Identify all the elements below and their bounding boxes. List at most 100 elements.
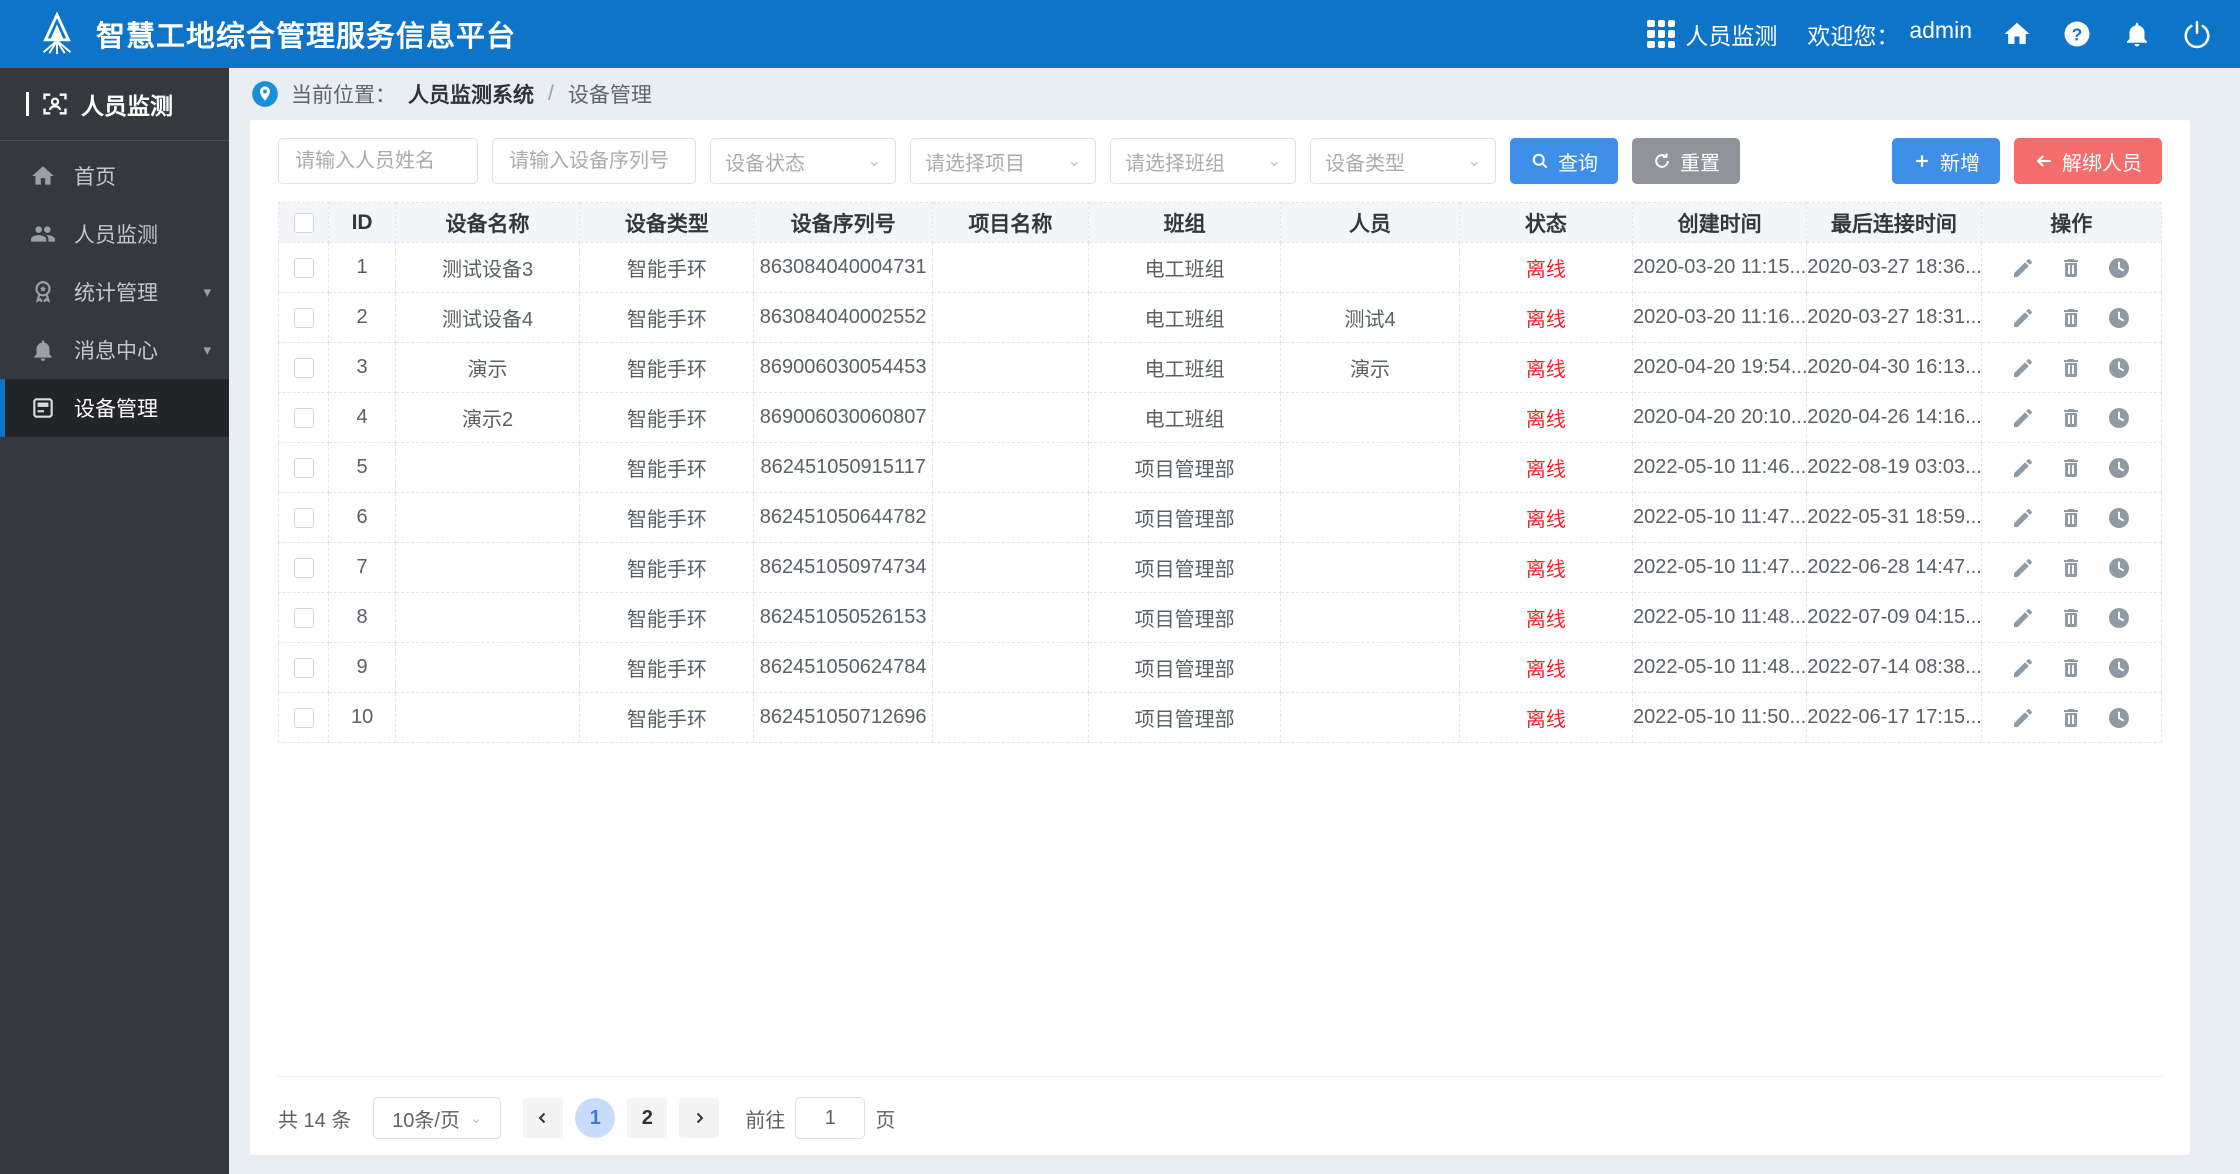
cell-last-connect-time: 2022-07-14 08:38... [1806, 642, 1982, 693]
edit-icon[interactable] [2011, 706, 2035, 730]
home-icon[interactable] [2002, 19, 2032, 49]
table-row: 6 智能手环 862451050644782 项目管理部 离线 2022-05-… [277, 492, 2163, 543]
history-clock-icon[interactable] [2107, 356, 2131, 380]
delete-icon[interactable] [2059, 256, 2083, 280]
cell-team: 项目管理部 [1087, 692, 1282, 743]
col-team: 班组 [1087, 202, 1282, 243]
breadcrumb-root[interactable]: 人员监测系统 [408, 79, 534, 109]
edit-icon[interactable] [2011, 356, 2035, 380]
edit-icon[interactable] [2011, 656, 2035, 680]
add-device-button[interactable]: 新增 [1892, 138, 2000, 184]
chevron-down-icon: ⌄ [867, 153, 881, 170]
device-type-select[interactable]: 设备类型 ⌄ [1310, 138, 1496, 184]
row-checkbox[interactable] [293, 607, 314, 628]
logout-power-icon[interactable] [2182, 19, 2212, 49]
next-page-button[interactable] [679, 1098, 720, 1138]
cell-device-name [394, 692, 581, 743]
cell-team: 项目管理部 [1087, 542, 1282, 593]
device-serial-input[interactable] [492, 138, 696, 184]
cell-device-name: 演示 [394, 342, 581, 393]
edit-icon[interactable] [2011, 406, 2035, 430]
person-name-input[interactable] [278, 138, 478, 184]
row-checkbox[interactable] [293, 307, 314, 328]
reset-button[interactable]: 重置 [1632, 138, 1740, 184]
notification-bell-icon[interactable] [2122, 19, 2152, 49]
delete-icon[interactable] [2059, 556, 2083, 580]
cell-person: 演示 [1280, 342, 1460, 393]
history-clock-icon[interactable] [2107, 656, 2131, 680]
table-row: 3 演示 智能手环 869006030054453 电工班组 演示 离线 202… [277, 342, 2163, 393]
edit-icon[interactable] [2011, 556, 2035, 580]
search-button[interactable]: 查询 [1510, 138, 1618, 184]
cell-device-name [394, 492, 581, 543]
row-checkbox[interactable] [293, 657, 314, 678]
goto-page-input[interactable] [795, 1097, 866, 1139]
row-checkbox[interactable] [293, 557, 314, 578]
history-clock-icon[interactable] [2107, 506, 2131, 530]
page-button-1[interactable]: 1 [575, 1098, 616, 1138]
delete-icon[interactable] [2059, 306, 2083, 330]
sidebar-header-mark [26, 92, 29, 116]
delete-icon[interactable] [2059, 606, 2083, 630]
device-icon [33, 398, 53, 418]
row-checkbox[interactable] [293, 357, 314, 378]
sidebar-item-home[interactable]: 首页 [0, 147, 229, 205]
history-clock-icon[interactable] [2107, 706, 2131, 730]
table-row: 9 智能手环 862451050624784 项目管理部 离线 2022-05-… [277, 642, 2163, 693]
cell-device-name [394, 442, 581, 493]
page-title: 智慧工地综合管理服务信息平台 [96, 21, 517, 53]
row-checkbox[interactable] [293, 257, 314, 278]
help-icon[interactable]: ? [2062, 19, 2092, 49]
chevron-down-icon: ⌄ [1067, 153, 1081, 170]
edit-icon[interactable] [2011, 456, 2035, 480]
row-checkbox[interactable] [293, 707, 314, 728]
cell-created-time: 2020-04-20 20:10... [1631, 392, 1808, 443]
cell-serial: 869006030060807 [753, 392, 933, 443]
delete-icon[interactable] [2059, 456, 2083, 480]
col-device-type: 设备类型 [579, 202, 755, 243]
history-clock-icon[interactable] [2107, 456, 2131, 480]
filter-bar: 设备状态 ⌄ 请选择项目 ⌄ 请选择班组 ⌄ 设备类型 ⌄ [278, 138, 2162, 184]
status-badge: 离线 [1458, 592, 1633, 643]
goto-label: 前往 [745, 1109, 786, 1132]
status-badge: 离线 [1458, 542, 1633, 593]
delete-icon[interactable] [2059, 356, 2083, 380]
team-select[interactable]: 请选择班组 ⌄ [1110, 138, 1296, 184]
edit-icon[interactable] [2011, 606, 2035, 630]
history-clock-icon[interactable] [2107, 256, 2131, 280]
row-checkbox[interactable] [293, 457, 314, 478]
delete-icon[interactable] [2059, 706, 2083, 730]
col-actions: 操作 [1980, 202, 2163, 243]
sidebar-item-personnel-monitor[interactable]: 人员监测 [0, 205, 229, 263]
history-clock-icon[interactable] [2107, 406, 2131, 430]
sidebar-item-device-management[interactable]: 设备管理 [0, 379, 229, 437]
cell-team: 电工班组 [1087, 242, 1282, 293]
unbind-person-button[interactable]: 解绑人员 [2014, 138, 2162, 184]
device-status-select[interactable]: 设备状态 ⌄ [710, 138, 896, 184]
edit-icon[interactable] [2011, 506, 2035, 530]
history-clock-icon[interactable] [2107, 606, 2131, 630]
select-all-checkbox[interactable] [293, 212, 314, 233]
chevron-down-icon: ⌄ [1267, 153, 1281, 170]
delete-icon[interactable] [2059, 656, 2083, 680]
project-select[interactable]: 请选择项目 ⌄ [910, 138, 1096, 184]
delete-icon[interactable] [2059, 506, 2083, 530]
row-checkbox[interactable] [293, 407, 314, 428]
apps-grid-icon [1647, 20, 1676, 48]
page-button-2[interactable]: 2 [627, 1098, 668, 1138]
delete-icon[interactable] [2059, 406, 2083, 430]
sidebar-item-statistics[interactable]: 统计管理 ▾ [0, 263, 229, 321]
prev-page-button[interactable] [523, 1098, 564, 1138]
row-checkbox[interactable] [293, 507, 314, 528]
cell-device-type: 智能手环 [579, 342, 755, 393]
cell-serial: 863084040002552 [753, 292, 933, 343]
arrow-left-icon [2036, 155, 2051, 167]
edit-icon[interactable] [2011, 256, 2035, 280]
page-size-select[interactable]: 10条/页 ⌄ [373, 1097, 502, 1139]
sidebar-item-message-center[interactable]: 消息中心 ▾ [0, 321, 229, 379]
history-clock-icon[interactable] [2107, 556, 2131, 580]
app-switcher[interactable]: 人员监测 [1647, 17, 1777, 51]
cell-id: 4 [328, 392, 396, 443]
history-clock-icon[interactable] [2107, 306, 2131, 330]
edit-icon[interactable] [2011, 306, 2035, 330]
